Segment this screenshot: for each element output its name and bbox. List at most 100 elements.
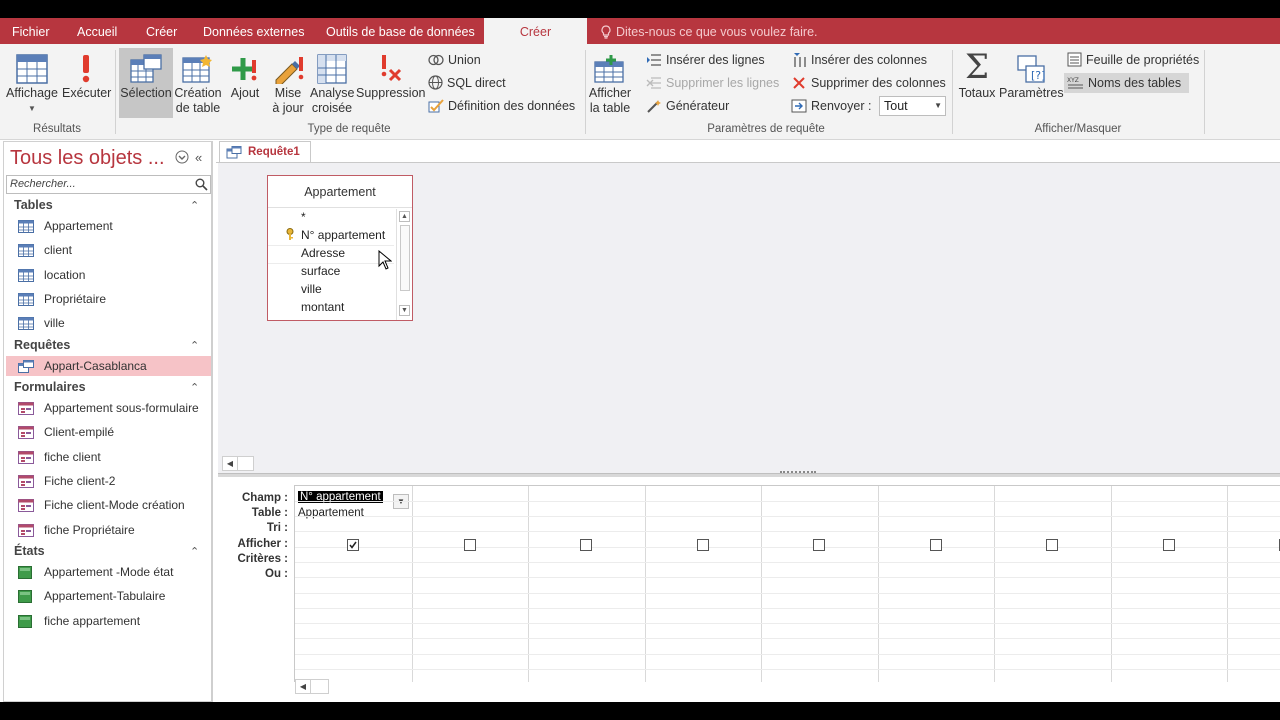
- bottom-letterbox: [0, 702, 1280, 720]
- nav-item-label: Appart-Casablanca: [44, 359, 147, 373]
- inserer-lignes-button[interactable]: Insérer des lignes: [646, 50, 765, 70]
- inserer-colonnes-button[interactable]: Insérer des colonnes: [791, 50, 927, 70]
- parametres-button[interactable]: [?] Paramètres: [999, 48, 1064, 118]
- collapse-section-icon[interactable]: ⌃: [190, 545, 199, 558]
- afficher-checkbox[interactable]: [464, 539, 476, 551]
- nav-section-formulaires[interactable]: Formulaires: [14, 380, 86, 394]
- mise-a-jour-button[interactable]: Mise à jour: [268, 48, 308, 118]
- nav-item-table[interactable]: Propriétaire: [6, 289, 211, 309]
- grid-cell-table-1[interactable]: Appartement: [298, 507, 364, 519]
- selection-label: Sélection: [120, 86, 172, 100]
- tab-creer[interactable]: Créer: [146, 18, 177, 44]
- nav-item-form[interactable]: fiche Propriétaire: [6, 520, 211, 540]
- nav-item-query[interactable]: Appart-Casablanca: [6, 356, 211, 376]
- upper-horizontal-scrollbar[interactable]: ◀: [222, 456, 254, 471]
- nav-item-table[interactable]: ville: [6, 313, 211, 333]
- table-icon: [18, 243, 34, 263]
- supprimer-lignes-button[interactable]: Supprimer les lignes: [646, 73, 779, 93]
- grid-horizontal-scrollbar[interactable]: ◀: [295, 679, 329, 694]
- collapse-section-icon[interactable]: ⌃: [190, 199, 199, 212]
- afficher-checkbox[interactable]: [1046, 539, 1058, 551]
- afficher-checkbox[interactable]: [580, 539, 592, 551]
- nav-title[interactable]: Tous les objets ...: [10, 147, 165, 170]
- nav-item-report[interactable]: Appartement-Tabulaire: [6, 586, 211, 606]
- generateur-button[interactable]: Générateur: [646, 96, 729, 116]
- analyse-croisee-button[interactable]: Analyse croisée: [310, 48, 354, 118]
- scroll-up-arrow-icon[interactable]: ▲: [399, 211, 410, 222]
- collapse-section-icon[interactable]: ⌃: [190, 339, 199, 352]
- ajout-button[interactable]: Ajout: [226, 48, 264, 118]
- nav-item-table[interactable]: Appartement: [6, 216, 211, 236]
- document-tab-requete1[interactable]: Requête1: [219, 141, 311, 163]
- generateur-label: Générateur: [666, 99, 730, 113]
- afficher-checkbox[interactable]: [930, 539, 942, 551]
- affichage-button[interactable]: Affichage ▼: [4, 48, 60, 118]
- nav-item-label: Client-empilé: [44, 425, 115, 440]
- suppression-button[interactable]: Suppression: [356, 48, 426, 118]
- field-item[interactable]: ville: [301, 282, 322, 296]
- table-field-list[interactable]: Appartement * N° appartement Adresse sur…: [267, 175, 413, 321]
- nav-search-input[interactable]: Rechercher...: [6, 175, 211, 194]
- nav-item-report[interactable]: Appartement -Mode état: [6, 562, 211, 582]
- chevron-down-icon[interactable]: ▼: [934, 97, 942, 115]
- tab-creer-contextual[interactable]: Créer: [484, 18, 587, 44]
- afficher-checkbox[interactable]: [347, 539, 359, 551]
- renvoyer-combo[interactable]: Tout ▼: [879, 96, 946, 116]
- scroll-down-arrow-icon[interactable]: ▼: [399, 305, 410, 316]
- scroll-left-arrow-icon[interactable]: ◀: [296, 680, 311, 693]
- tab-outils-bdd[interactable]: Outils de base de données: [326, 18, 475, 44]
- data-definition-icon: [428, 99, 444, 113]
- nav-item-form[interactable]: Client-empilé: [6, 422, 211, 442]
- scroll-thumb[interactable]: [400, 225, 410, 291]
- nav-item-report[interactable]: fiche appartement: [6, 611, 211, 631]
- creation-table-label-2: de table: [175, 101, 221, 115]
- nav-item-table[interactable]: location: [6, 265, 211, 285]
- primary-key-icon: [286, 228, 294, 240]
- tab-accueil[interactable]: Accueil: [77, 18, 117, 44]
- nav-item-form[interactable]: Fiche client-2: [6, 471, 211, 491]
- nav-item-label: Fiche client-Mode création: [44, 498, 185, 513]
- nav-item-form[interactable]: Fiche client-Mode création: [6, 495, 211, 515]
- nav-item-label: fiche Propriétaire: [44, 522, 135, 537]
- nav-item-table[interactable]: client: [6, 240, 211, 260]
- supprimer-colonnes-button[interactable]: Supprimer des colonnes: [791, 73, 946, 93]
- afficher-checkbox[interactable]: [813, 539, 825, 551]
- tab-donnees-externes[interactable]: Données externes: [203, 18, 304, 44]
- field-item[interactable]: *: [301, 210, 306, 224]
- collapse-section-icon[interactable]: ⌃: [190, 381, 199, 394]
- executer-button[interactable]: Exécuter: [62, 48, 111, 118]
- nav-item-form[interactable]: Appartement sous-formulaire: [6, 398, 211, 418]
- field-list-title[interactable]: Appartement: [268, 176, 412, 208]
- afficher-table-button[interactable]: Afficher la table: [588, 48, 632, 118]
- totaux-button[interactable]: Σ Totaux: [956, 48, 998, 118]
- feuille-proprietes-button[interactable]: Feuille de propriétés: [1067, 50, 1199, 70]
- afficher-checkbox[interactable]: [1163, 539, 1175, 551]
- creation-table-button[interactable]: Création de table: [174, 48, 222, 118]
- noms-tables-button[interactable]: XYZ Noms des tables: [1064, 73, 1190, 93]
- nav-item-form[interactable]: fiche client: [6, 447, 211, 467]
- tell-me-box[interactable]: Dites-nous ce que vous voulez faire.: [600, 18, 818, 44]
- nav-collapse-icon[interactable]: «: [195, 150, 202, 165]
- definition-donnees-button[interactable]: Définition des données: [428, 96, 575, 116]
- field-item[interactable]: montant: [301, 300, 344, 314]
- query-design-grid[interactable]: N° appartement ▼ Appartement: [294, 485, 1280, 682]
- field-list-scrollbar[interactable]: ▲ ▼: [396, 209, 412, 320]
- union-button[interactable]: Union: [428, 50, 481, 70]
- splitter-grip[interactable]: [780, 471, 816, 475]
- search-icon[interactable]: [195, 178, 208, 191]
- nav-section-tables[interactable]: Tables: [14, 198, 53, 212]
- sql-direct-button[interactable]: SQL direct: [428, 73, 506, 93]
- scroll-left-arrow-icon[interactable]: ◀: [223, 457, 238, 470]
- nav-section-requetes[interactable]: Requêtes: [14, 338, 70, 352]
- field-item[interactable]: surface: [301, 264, 340, 278]
- analyse-label-1: Analyse: [310, 86, 355, 100]
- tab-fichier[interactable]: Fichier: [12, 18, 50, 44]
- afficher-checkbox[interactable]: [697, 539, 709, 551]
- field-item[interactable]: N° appartement: [301, 228, 385, 242]
- nav-menu-chevron-icon[interactable]: [175, 150, 189, 167]
- field-item[interactable]: Adresse: [301, 246, 345, 260]
- affichage-label: Affichage: [6, 86, 58, 100]
- selection-button[interactable]: Sélection: [119, 48, 173, 118]
- ribbon-tab-bar: Fichier Accueil Créer Données externes O…: [0, 18, 1280, 44]
- nav-section-etats[interactable]: États: [14, 544, 45, 558]
